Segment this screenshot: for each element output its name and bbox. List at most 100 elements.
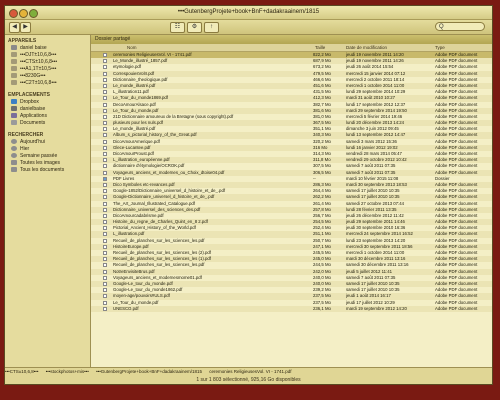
breadcrumb-item[interactable]: •••CTS±10,6,8••• — [5, 369, 38, 374]
file-rows: ceremonies ReligieusesVol. VI - 1741.pdf… — [91, 52, 492, 312]
sidebar-item-device[interactable]: •••CTS±10,6,8••• — [11, 59, 57, 65]
breadcrumb-item[interactable]: •••GutenbergProjete+book+BnF+dadakraaine… — [96, 369, 202, 374]
applications-icon — [11, 113, 17, 118]
disk-icon — [11, 52, 17, 57]
sidebar: APPAREILS daniel baise •••DJT±10,6,8••• … — [5, 35, 91, 367]
pdf-file-icon — [103, 71, 107, 76]
clock-icon — [11, 139, 17, 144]
sidebar-item-all-documents[interactable]: Tous les documents — [11, 167, 64, 173]
pdf-file-icon — [103, 238, 107, 243]
status-bar: •••CTS±10,6,8••• •••stockphotos+mis••• •… — [5, 367, 492, 384]
pdf-file-icon — [103, 226, 107, 231]
clock-icon — [11, 146, 17, 151]
pdf-file-icon — [103, 139, 107, 144]
images-icon — [11, 160, 17, 165]
path-breadcrumb: •••CTS±10,6,8••• •••stockphotos+mis••• •… — [5, 368, 492, 376]
pdf-file-icon — [103, 281, 107, 286]
computer-icon — [11, 45, 17, 50]
dropbox-icon — [11, 99, 17, 104]
breadcrumb-item[interactable]: •••stockphotos+mis••• — [46, 369, 89, 374]
pdf-file-icon — [103, 207, 107, 212]
pdf-file-icon — [103, 158, 107, 163]
sidebar-section-places: EMPLACEMENTS — [8, 92, 50, 98]
sidebar-item-applications[interactable]: Applications — [11, 113, 47, 119]
sidebar-section-search: RECHERCHER — [8, 132, 44, 138]
sidebar-item-documents[interactable]: Documents — [11, 120, 45, 126]
pdf-file-icon — [103, 77, 107, 82]
status-text: 1 sur 1 803 sélectionné, 925,16 Go dispo… — [196, 377, 301, 383]
breadcrumb-item[interactable]: ceremonies ReligieusesVol. VI - 1741.pdf — [209, 369, 291, 374]
pdf-file-icon — [103, 257, 107, 262]
pdf-file-icon — [103, 201, 107, 206]
pdf-file-icon — [103, 65, 107, 70]
pdf-file-icon — [103, 275, 107, 280]
pdf-file-icon — [103, 195, 107, 200]
sidebar-item-home[interactable]: danielbaise — [11, 106, 45, 112]
sidebar-item-last-week[interactable]: Semaine passée — [11, 153, 57, 159]
pdf-file-icon — [103, 152, 107, 156]
pdf-file-icon — [103, 263, 107, 268]
toolbar: ◀ ▶ ☷ ⚙ ↑ Q — [5, 20, 492, 35]
view-button[interactable]: ☷ — [170, 22, 185, 33]
file-list-pane: Dossier partagé Nom Taille Date de modif… — [91, 35, 492, 367]
column-name[interactable]: Nom — [127, 44, 137, 51]
pdf-file-icon — [103, 121, 107, 126]
pdf-file-icon — [103, 182, 107, 187]
pdf-file-icon — [103, 53, 107, 57]
cell-type: Adobe PDF document — [435, 305, 478, 311]
pdf-file-icon — [103, 96, 107, 101]
pdf-file-icon — [103, 145, 107, 150]
column-size[interactable]: Taille — [315, 44, 325, 51]
column-date[interactable]: Date de modification — [346, 44, 387, 51]
pdf-file-icon — [103, 164, 107, 169]
disk-icon — [11, 73, 17, 78]
pdf-file-icon — [103, 189, 107, 194]
folder-header: Dossier partagé — [91, 35, 492, 44]
window-title: •••GutenbergProjete+book+BnF+dadakraaine… — [177, 9, 320, 15]
title-bar[interactable]: •••GutenbergProjete+book+BnF+dadakraaine… — [5, 6, 492, 20]
home-icon — [11, 106, 17, 111]
pdf-file-icon — [103, 288, 107, 293]
sidebar-item-all-images[interactable]: Toutes les images — [11, 160, 60, 166]
disk-icon — [11, 80, 17, 85]
pdf-file-icon — [103, 102, 107, 107]
cell-name: UNESCO.pdf — [113, 305, 139, 311]
finder-window: •••GutenbergProjete+book+BnF+dadakraaine… — [4, 5, 493, 385]
back-button[interactable]: ◀ — [9, 22, 20, 33]
sidebar-item-device[interactable]: •••DJT±10,6,8••• — [11, 52, 56, 58]
pdf-file-icon — [103, 269, 107, 274]
pdf-file-icon — [103, 133, 107, 138]
search-input[interactable]: Q — [435, 22, 485, 31]
column-type[interactable]: Type — [435, 44, 445, 51]
pdf-file-icon — [103, 83, 107, 88]
sidebar-item-device[interactable]: •••A1,1T±10,5••• — [11, 66, 56, 72]
sidebar-item-device[interactable]: •••8230G••• — [11, 73, 46, 79]
table-row[interactable]: UNESCO.pdf 236,1 Mo mardi 19 septembre 201… — [91, 305, 492, 312]
disk-icon — [11, 66, 17, 71]
sidebar-item-device[interactable]: daniel baise — [11, 45, 47, 51]
pdf-file-icon — [103, 306, 107, 311]
action-button[interactable]: ⚙ — [187, 22, 202, 33]
pdf-file-icon — [103, 220, 107, 225]
sidebar-section-devices: APPAREILS — [8, 38, 37, 44]
forward-button[interactable]: ▶ — [20, 22, 31, 33]
pdf-file-icon — [103, 59, 107, 64]
pdf-file-icon — [103, 251, 107, 255]
share-button[interactable]: ↑ — [204, 22, 219, 33]
pdf-file-icon — [103, 170, 107, 175]
documents-icon — [11, 120, 17, 125]
pdf-file-icon — [103, 127, 107, 132]
sidebar-item-today[interactable]: Aujourd'hui — [11, 139, 45, 145]
cell-date: mardi 19 septembre 2012 14:20 — [346, 305, 407, 311]
pdf-file-icon — [103, 108, 107, 113]
column-headers: Nom Taille Date de modification Type — [91, 44, 492, 52]
sidebar-item-yesterday[interactable]: Hier — [11, 146, 29, 152]
sidebar-item-device[interactable]: •••C2T±10,6,8••• — [11, 80, 57, 86]
pdf-file-icon — [103, 300, 107, 305]
pdf-file-icon — [103, 114, 107, 119]
pdf-file-icon — [103, 294, 107, 299]
pdf-file-icon — [103, 232, 107, 237]
cell-size: 236,1 Mo — [313, 305, 331, 311]
folder-icon — [103, 176, 107, 181]
sidebar-item-dropbox[interactable]: Dropbox — [11, 99, 39, 105]
